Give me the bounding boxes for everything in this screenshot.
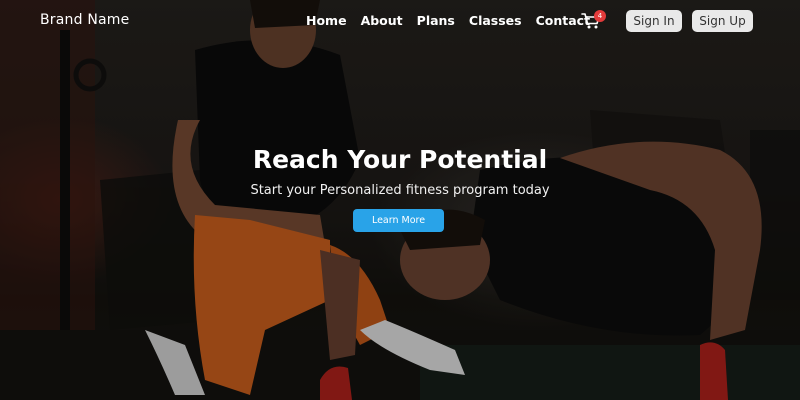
brand-name[interactable]: Brand Name <box>40 12 129 28</box>
hero-dark-overlay <box>0 0 800 400</box>
hero-subtitle: Start your Personalized fitness program … <box>250 183 550 198</box>
navbar: Brand Name Home About Plans Classes Cont… <box>0 0 800 42</box>
nav-link-classes[interactable]: Classes <box>469 13 522 28</box>
nav-link-home[interactable]: Home <box>306 13 347 28</box>
learn-more-button[interactable]: Learn More <box>353 209 444 232</box>
nav-links: Home About Plans Classes Contact <box>306 13 590 28</box>
sign-up-button[interactable]: Sign Up <box>692 10 753 32</box>
hero-title: Reach Your Potential <box>252 145 548 174</box>
nav-link-plans[interactable]: Plans <box>417 13 455 28</box>
nav-link-about[interactable]: About <box>361 13 403 28</box>
sign-in-button[interactable]: Sign In <box>626 10 682 32</box>
cart-count-badge: 4 <box>594 10 606 22</box>
hero-background-image <box>0 0 800 400</box>
